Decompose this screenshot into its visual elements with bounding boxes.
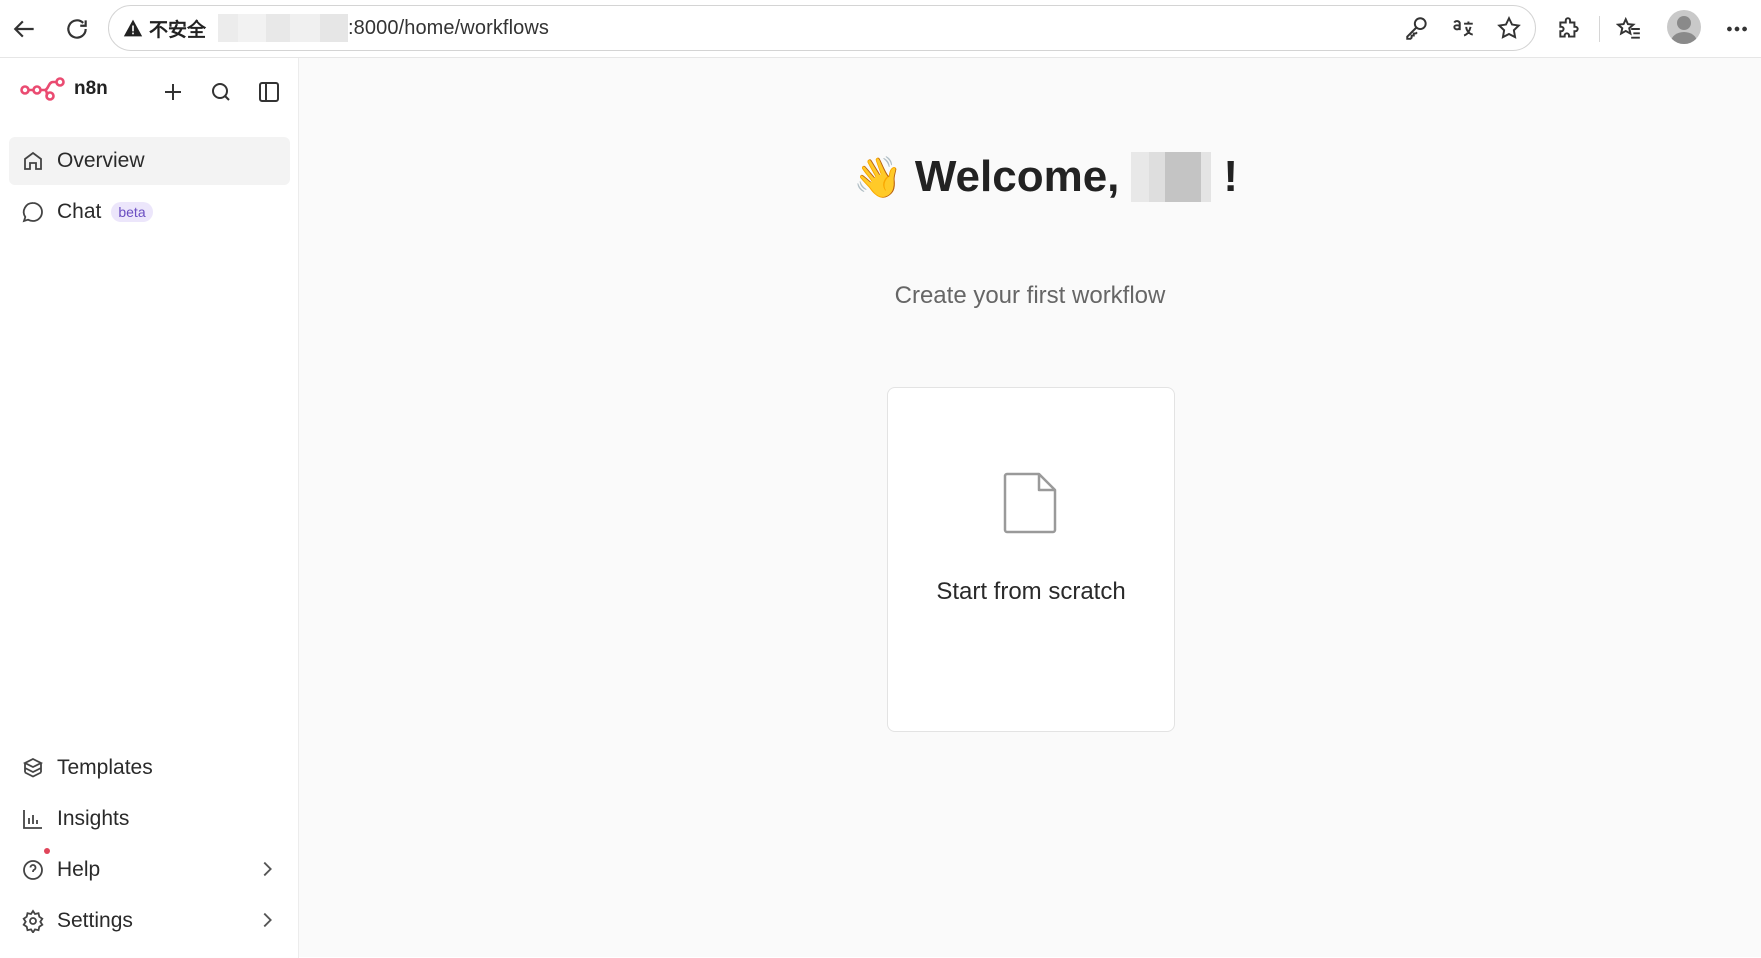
insights-icon xyxy=(23,810,42,829)
address-bar[interactable]: 不安全 :8000/home/workflows xyxy=(108,5,1536,51)
brand[interactable]: n8n xyxy=(20,76,108,102)
sidebar-item-insights[interactable]: Insights xyxy=(9,795,290,843)
browser-toolbar: 不安全 :8000/home/workflows xyxy=(0,0,1761,57)
more-icon[interactable] xyxy=(1720,12,1754,46)
start-from-scratch-card[interactable]: Start from scratch xyxy=(887,387,1175,732)
welcome-exclamation: ! xyxy=(1223,152,1239,201)
sidebar-item-settings[interactable]: Settings xyxy=(9,897,290,945)
redacted-host xyxy=(218,14,349,42)
settings-icon xyxy=(22,909,44,933)
search-icon[interactable] xyxy=(204,75,238,109)
translate-icon[interactable] xyxy=(1447,12,1479,44)
card-label: Start from scratch xyxy=(936,578,1126,605)
page-subtitle: Create your first workflow xyxy=(894,282,1166,309)
security-label: 不安全 xyxy=(149,19,207,41)
back-icon[interactable] xyxy=(8,12,42,46)
welcome-text: Welcome, xyxy=(914,152,1120,201)
sidebar: n8n Overview Chat beta Templates Insight… xyxy=(0,58,299,958)
sidebar-toggle-icon[interactable] xyxy=(252,75,286,109)
star-icon[interactable] xyxy=(1493,12,1525,44)
profile-avatar[interactable] xyxy=(1667,10,1701,44)
favorites-icon[interactable] xyxy=(1612,12,1646,46)
url-text: :8000/home/workflows xyxy=(348,16,549,39)
sidebar-item-templates[interactable]: Templates xyxy=(9,744,290,792)
wave-emoji: 👋 xyxy=(853,155,903,200)
home-icon xyxy=(24,151,42,170)
sidebar-item-label: Overview xyxy=(57,149,145,172)
sidebar-item-label: Chat xyxy=(57,200,102,223)
sidebar-item-label: Templates xyxy=(57,756,153,779)
sidebar-item-overview[interactable]: Overview xyxy=(9,137,290,185)
sidebar-item-label: Help xyxy=(57,858,101,881)
chat-icon xyxy=(22,202,43,223)
beta-badge: beta xyxy=(111,202,153,222)
chevron-right-icon xyxy=(256,909,278,937)
chevron-right-icon xyxy=(256,858,278,886)
security-indicator[interactable]: 不安全 xyxy=(123,15,206,42)
welcome-heading: 👋 Welcome, ! xyxy=(853,152,1238,202)
app-area: n8n Overview Chat beta Templates Insight… xyxy=(0,57,1761,958)
sidebar-item-help[interactable]: Help xyxy=(9,846,290,894)
n8n-logo-icon xyxy=(20,77,65,101)
key-icon[interactable] xyxy=(1401,12,1433,44)
brand-name: n8n xyxy=(74,78,108,99)
toolbar-divider xyxy=(1599,16,1600,42)
file-icon xyxy=(1003,472,1057,534)
help-icon xyxy=(23,860,43,880)
sidebar-item-label: Insights xyxy=(57,807,130,830)
sidebar-item-label: Settings xyxy=(57,909,133,932)
refresh-icon[interactable] xyxy=(60,12,94,46)
warning-icon xyxy=(123,19,143,37)
templates-icon xyxy=(22,757,44,778)
add-icon[interactable] xyxy=(156,75,190,109)
extensions-icon[interactable] xyxy=(1552,12,1586,46)
sidebar-item-chat[interactable]: Chat beta xyxy=(9,188,290,236)
notification-dot xyxy=(44,848,50,854)
redacted-username xyxy=(1131,152,1212,202)
